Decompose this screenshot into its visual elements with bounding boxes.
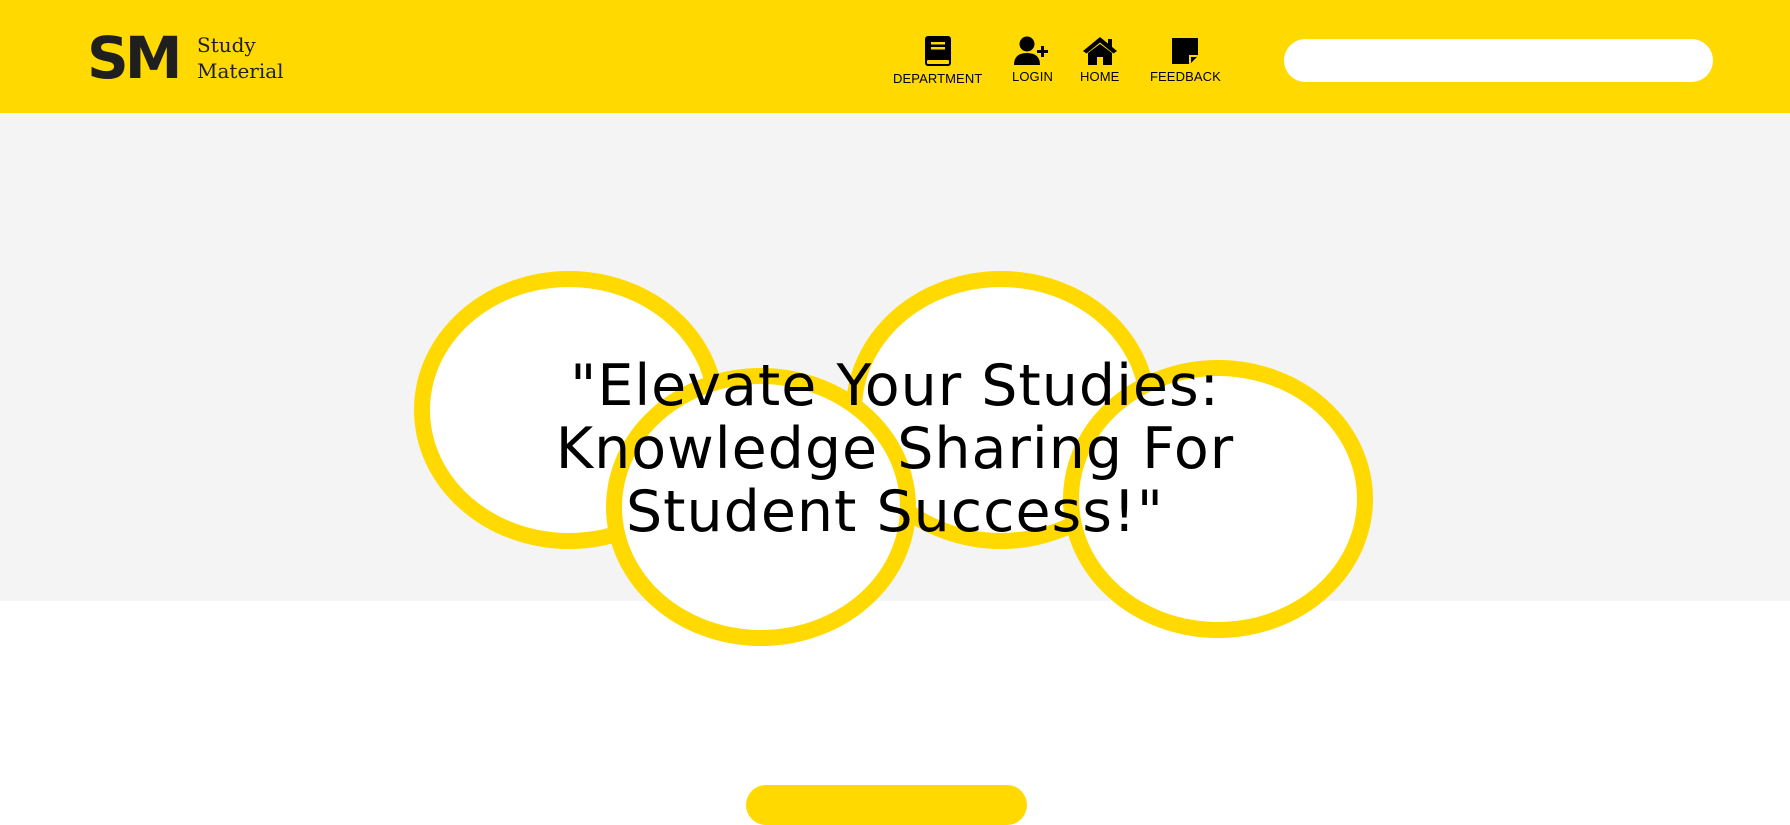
nav-home-label: HOME [1080,69,1120,84]
logo-text: Study Material [197,32,284,84]
nav-home[interactable]: HOME [1080,36,1119,84]
nav-feedback[interactable]: FEEDBACK [1150,36,1221,84]
cta-button[interactable] [746,785,1027,825]
user-plus-icon [1014,36,1049,65]
nav-login[interactable]: LOGIN [1012,36,1053,84]
nav-department[interactable]: DEPARTMENT [893,36,982,86]
book-icon [924,36,951,66]
nav-feedback-label: FEEDBACK [1150,69,1221,84]
logo-text-line1: Study [197,33,256,57]
logo-text-line2: Material [197,59,284,83]
logo-initials: SM [87,24,182,92]
sticky-note-icon [1172,38,1199,64]
nav-department-label: DEPARTMENT [893,71,983,86]
nav-login-label: LOGIN [1012,69,1053,84]
hero-title: "Elevate Your Studies: Knowledge Sharing… [555,353,1235,545]
home-icon [1082,37,1117,65]
top-header: SM Study Material DEPARTMENT LOGIN HOME … [0,0,1790,113]
search-input[interactable] [1284,39,1713,82]
